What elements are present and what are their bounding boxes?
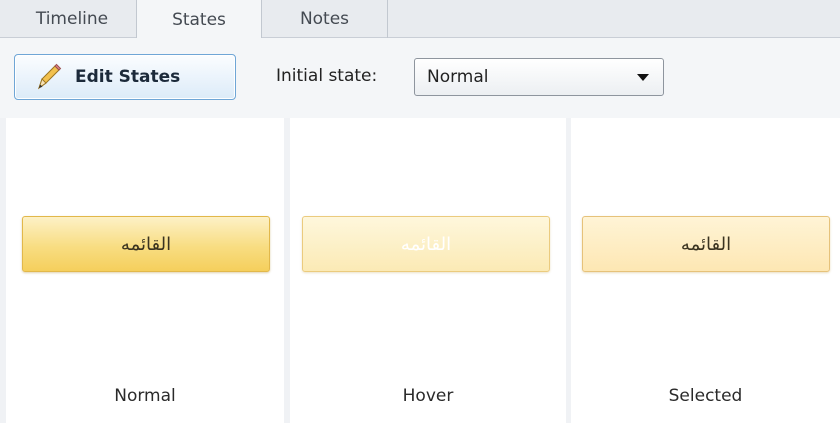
edit-states-button[interactable]: Edit States: [14, 54, 236, 100]
states-panel-window: Timeline States Notes Edit States Initia…: [0, 0, 840, 423]
initial-state-select[interactable]: Normal: [414, 58, 664, 96]
initial-state-label: Initial state:: [276, 66, 378, 86]
edit-states-label: Edit States: [75, 67, 181, 87]
menu-button-normal[interactable]: القائمه: [22, 216, 270, 272]
menu-button-hover[interactable]: القائمه: [302, 216, 550, 272]
state-panel-selected[interactable]: القائمه Selected: [571, 118, 840, 423]
state-caption-hover: Hover: [402, 386, 454, 406]
pencil-icon: [33, 62, 63, 92]
tab-notes[interactable]: Notes: [262, 0, 388, 38]
tab-strip: Timeline States Notes: [0, 0, 840, 39]
state-panel-hover[interactable]: القائمه Hover: [290, 118, 566, 423]
state-caption-normal: Normal: [114, 386, 176, 406]
tab-states[interactable]: States: [136, 0, 262, 39]
state-caption-selected: Selected: [668, 386, 743, 406]
state-panels: القائمه Normal القائمه Hover القائمه Sel…: [0, 118, 840, 423]
menu-button-selected[interactable]: القائمه: [582, 216, 830, 272]
chevron-down-icon[interactable]: [637, 74, 649, 81]
initial-state-value: Normal: [427, 67, 489, 87]
state-panel-normal[interactable]: القائمه Normal: [6, 118, 284, 423]
tab-timeline[interactable]: Timeline: [8, 0, 136, 38]
states-toolbar: Edit States Initial state: Normal: [0, 38, 840, 118]
